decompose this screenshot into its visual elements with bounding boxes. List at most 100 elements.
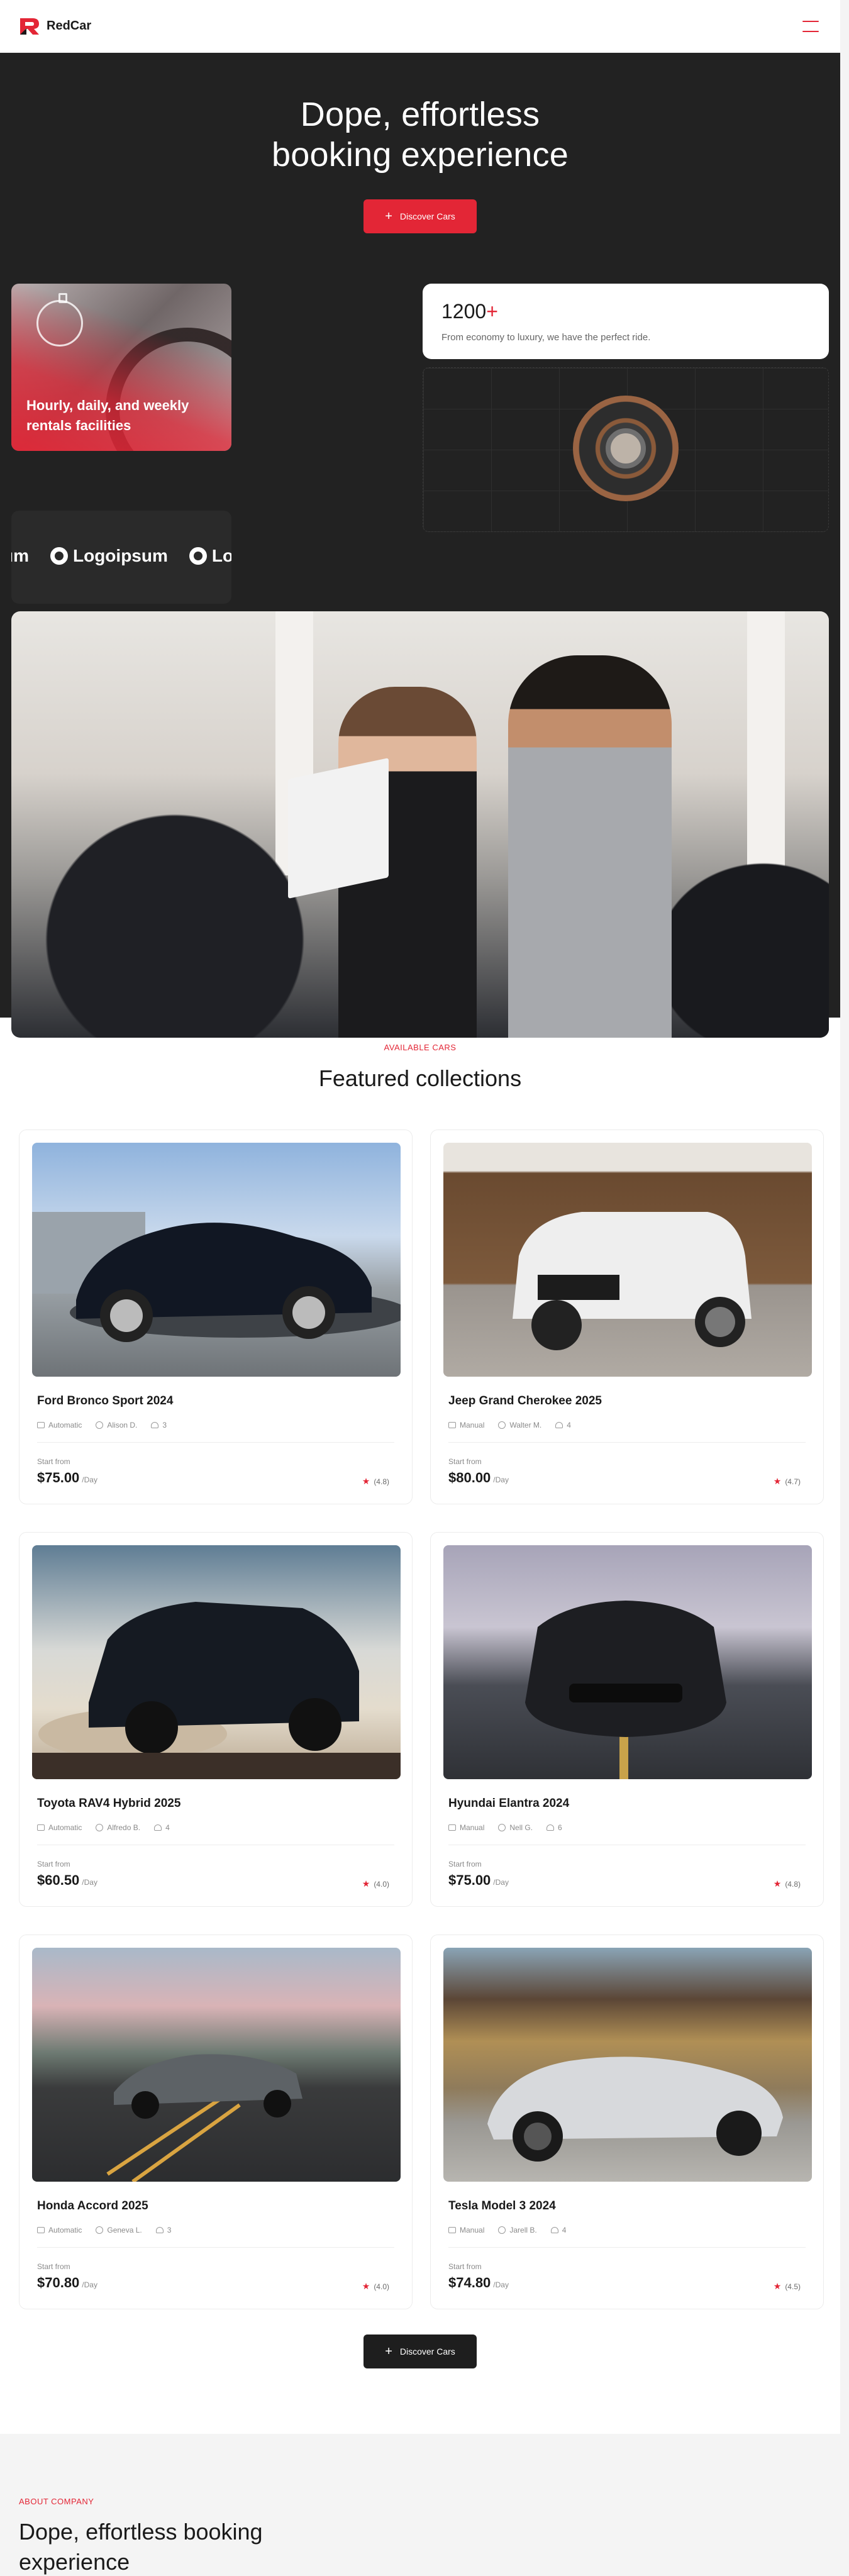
car-meta: Manual Nell G. 6 (448, 1823, 562, 1832)
car-card[interactable]: Toyota RAV4 Hybrid 2025 Automatic Alfred… (19, 1532, 413, 1907)
car-image (443, 1545, 812, 1779)
user-icon (96, 2226, 104, 2234)
logoipsum-icon (50, 547, 68, 565)
plus-icon: + (385, 209, 392, 223)
user-icon (96, 1824, 104, 1831)
site-header: RedCar (0, 0, 840, 53)
featured-eyebrow: AVAILABLE CARS (384, 1043, 457, 1052)
car-card[interactable]: Ford Bronco Sport 2024 Automatic Alison … (19, 1130, 413, 1504)
car-meta: Manual Walter M. 4 (448, 1421, 571, 1430)
brand-name: RedCar (47, 19, 92, 33)
car-rating: ★ (4.8) (773, 1879, 801, 1889)
seat-icon (155, 2227, 164, 2233)
featured-title: Featured collections (318, 1065, 522, 1091)
star-icon: ★ (773, 2281, 782, 2291)
price-label: Start from (37, 1457, 70, 1466)
car-name: Jeep Grand Cherokee 2025 (448, 1394, 602, 1407)
gearbox-icon (448, 1422, 456, 1428)
user-icon (498, 1824, 506, 1831)
car-meta: Automatic Geneva L. 3 (37, 2226, 171, 2235)
car-card[interactable]: Tesla Model 3 2024 Manual Jarell B. 4 St… (430, 1935, 824, 2309)
hero-title-line-2: booking experience (272, 136, 569, 174)
brand-logo[interactable]: RedCar (19, 17, 91, 36)
car-image (32, 1143, 401, 1377)
car-rating: ★ (4.7) (773, 1476, 801, 1486)
partner-logo: Lo (189, 546, 231, 566)
car-rating: ★ (4.0) (362, 1879, 389, 1889)
seat-icon (151, 1422, 159, 1428)
user-icon (498, 2226, 506, 2234)
star-icon: ★ (362, 1879, 370, 1889)
car-meta: Automatic Alfredo B. 4 (37, 1823, 170, 1832)
partner-logo: Logoipsum (50, 546, 168, 566)
discover-cars-label: Discover Cars (399, 2346, 455, 2357)
stat-number: 1200+ (441, 300, 498, 323)
discover-cars-button[interactable]: + Discover Cars (363, 199, 477, 233)
hamburger-icon[interactable] (802, 20, 819, 32)
car-card[interactable]: Jeep Grand Cherokee 2025 Manual Walter M… (430, 1130, 824, 1504)
car-card[interactable]: Honda Accord 2025 Automatic Geneva L. 3 … (19, 1935, 413, 2309)
hero-section: Dope, effortless booking experience + Di… (0, 53, 840, 1038)
car-card[interactable]: Hyundai Elantra 2024 Manual Nell G. 6 St… (430, 1532, 824, 1907)
price-label: Start from (37, 2262, 70, 2271)
gearbox-icon (448, 2227, 456, 2233)
car-image (443, 1143, 812, 1377)
stat-description: From economy to luxury, we have the perf… (441, 332, 651, 343)
car-name: Tesla Model 3 2024 (448, 2199, 556, 2212)
car-image (443, 1948, 812, 2182)
star-icon: ★ (362, 1476, 370, 1486)
car-rating: ★ (4.5) (773, 2281, 801, 2291)
rentals-caption: Hourly, daily, and weekly rentals facili… (26, 397, 189, 433)
logoipsum-icon (189, 547, 207, 565)
discover-cars-button[interactable]: + Discover Cars (363, 2334, 477, 2368)
stopwatch-icon (36, 293, 83, 347)
hero-title: Dope, effortless booking experience (0, 94, 840, 175)
car-name: Honda Accord 2025 (37, 2199, 148, 2212)
hero-photo (11, 611, 829, 1038)
about-section: ABOUT COMPANY Dope, effortless booking e… (0, 2434, 840, 2576)
seat-icon (555, 1422, 563, 1428)
gearbox-icon (37, 2227, 45, 2233)
fleet-stat-card: 1200+ From economy to luxury, we have th… (423, 284, 829, 359)
seat-icon (547, 1824, 555, 1831)
car-image (32, 1545, 401, 1779)
car-name: Ford Bronco Sport 2024 (37, 1394, 174, 1407)
rentals-card: Hourly, daily, and weekly rentals facili… (11, 284, 231, 451)
discover-cars-label: Discover Cars (399, 211, 455, 221)
gearbox-icon (37, 1824, 45, 1831)
car-price: $75.00/Day (37, 1470, 97, 1485)
car-rating: ★ (4.8) (362, 1476, 389, 1486)
user-icon (96, 1421, 104, 1429)
car-price: $75.00/Day (448, 1872, 509, 1888)
about-eyebrow: ABOUT COMPANY (19, 2497, 94, 2506)
car-meta: Automatic Alison D. 3 (37, 1421, 167, 1430)
car-price: $60.50/Day (37, 1872, 97, 1888)
gearbox-icon (448, 1824, 456, 1831)
gearbox-icon (37, 1422, 45, 1428)
car-image (32, 1948, 401, 2182)
laptop-image (288, 757, 389, 899)
price-label: Start from (448, 1457, 482, 1466)
steering-wheel-image (573, 396, 679, 501)
redcar-logo-icon (20, 18, 39, 35)
star-icon: ★ (362, 2281, 370, 2291)
seat-icon (550, 2227, 558, 2233)
price-label: Start from (448, 1860, 482, 1868)
user-icon (498, 1421, 506, 1429)
hero-title-line-1: Dope, effortless (300, 96, 540, 133)
car-rating: ★ (4.0) (362, 2281, 389, 2291)
car-name: Toyota RAV4 Hybrid 2025 (37, 1797, 181, 1810)
star-icon: ★ (773, 1476, 782, 1486)
seat-icon (154, 1824, 162, 1831)
partner-logos-card: um Logoipsum Lo (11, 511, 231, 604)
price-label: Start from (448, 2262, 482, 2271)
car-meta: Manual Jarell B. 4 (448, 2226, 566, 2235)
steering-wheel-showcase (423, 367, 829, 532)
car-price: $80.00/Day (448, 1470, 509, 1485)
price-label: Start from (37, 1860, 70, 1868)
car-price: $74.80/Day (448, 2275, 509, 2290)
about-title: Dope, effortless booking experience (19, 2519, 263, 2575)
logos-track: um Logoipsum Lo (11, 546, 231, 566)
star-icon: ★ (773, 1879, 782, 1889)
car-name: Hyundai Elantra 2024 (448, 1797, 570, 1810)
